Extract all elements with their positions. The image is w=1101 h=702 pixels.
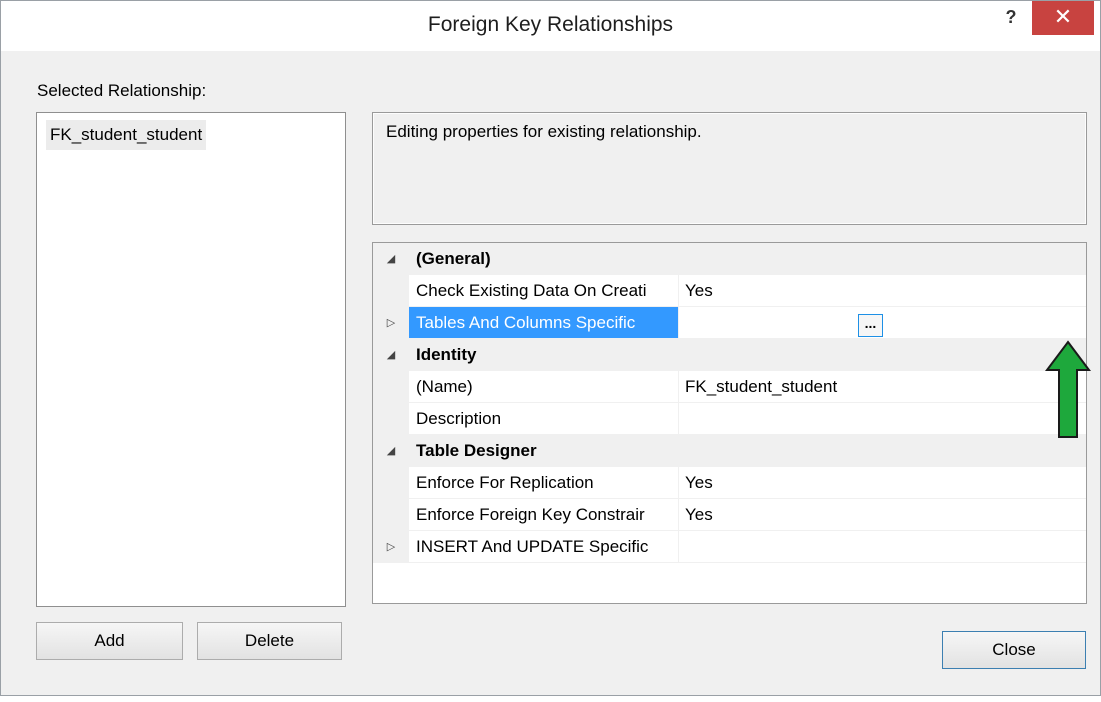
- property-value[interactable]: [679, 531, 685, 562]
- category-table-designer[interactable]: ◢ Table Designer: [373, 435, 1086, 467]
- category-identity[interactable]: ◢ Identity: [373, 339, 1086, 371]
- relationship-list-item[interactable]: FK_student_student: [46, 120, 207, 150]
- property-value[interactable]: [679, 307, 685, 338]
- property-name: Enforce Foreign Key Constrair: [409, 499, 679, 530]
- close-button[interactable]: Close: [942, 631, 1086, 669]
- dialog-title: Foreign Key Relationships: [427, 13, 674, 36]
- collapsed-triangle-icon[interactable]: ▷: [373, 531, 409, 563]
- relationship-list[interactable]: FK_student_student: [36, 112, 346, 607]
- category-label: Identity: [416, 345, 477, 364]
- category-general[interactable]: ◢ (General): [373, 243, 1086, 275]
- property-name: Description: [409, 403, 679, 434]
- property-value[interactable]: FK_student_student: [679, 371, 837, 402]
- description-box: Editing properties for existing relation…: [372, 112, 1087, 225]
- expanded-triangle-icon[interactable]: ◢: [373, 435, 409, 467]
- property-name: INSERT And UPDATE Specific: [409, 531, 679, 562]
- property-row-enforce-replication[interactable]: Enforce For Replication Yes: [373, 467, 1086, 499]
- property-row-enforce-fk[interactable]: Enforce Foreign Key Constrair Yes: [373, 499, 1086, 531]
- property-value[interactable]: Yes: [679, 467, 713, 498]
- expanded-triangle-icon[interactable]: ◢: [373, 339, 409, 371]
- property-name: Check Existing Data On Creati: [409, 275, 679, 306]
- property-row-name[interactable]: (Name) FK_student_student: [373, 371, 1086, 403]
- property-value[interactable]: Yes: [679, 499, 713, 530]
- delete-button[interactable]: Delete: [197, 622, 342, 660]
- category-label: (General): [416, 249, 491, 268]
- selected-relationship-label: Selected Relationship:: [37, 81, 207, 100]
- title-bar: Foreign Key Relationships ? ✕: [1, 1, 1100, 51]
- property-value[interactable]: [679, 403, 685, 434]
- add-button[interactable]: Add: [36, 622, 183, 660]
- property-grid[interactable]: ◢ (General) Check Existing Data On Creat…: [372, 242, 1087, 604]
- property-name: (Name): [409, 371, 679, 402]
- green-up-arrow-icon: [1045, 340, 1091, 438]
- expanded-triangle-icon[interactable]: ◢: [373, 243, 409, 275]
- property-name: Tables And Columns Specific: [409, 307, 679, 338]
- foreign-key-relationships-dialog: Foreign Key Relationships ? ✕ Selected R…: [0, 0, 1101, 696]
- collapsed-triangle-icon[interactable]: ▷: [373, 307, 409, 339]
- property-row-tables-columns[interactable]: ▷ Tables And Columns Specific: [373, 307, 1086, 339]
- help-button[interactable]: ?: [997, 3, 1025, 31]
- property-name: Enforce For Replication: [409, 467, 679, 498]
- description-text: Editing properties for existing relation…: [386, 122, 702, 141]
- property-row-insert-update[interactable]: ▷ INSERT And UPDATE Specific: [373, 531, 1086, 563]
- close-window-button[interactable]: ✕: [1032, 1, 1094, 35]
- ellipsis-button[interactable]: ...: [858, 314, 883, 337]
- property-value[interactable]: Yes: [679, 275, 713, 306]
- property-row-description[interactable]: Description: [373, 403, 1086, 435]
- property-row-check-existing[interactable]: Check Existing Data On Creati Yes: [373, 275, 1086, 307]
- category-label: Table Designer: [416, 441, 537, 460]
